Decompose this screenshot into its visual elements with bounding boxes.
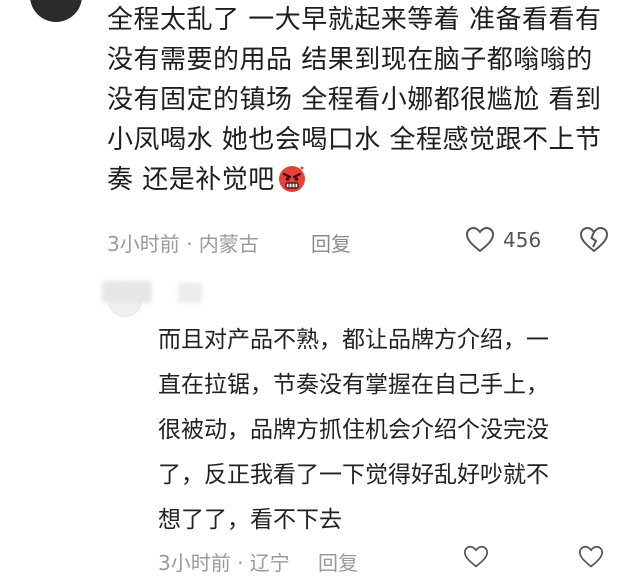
angry-face-emoji bbox=[278, 166, 305, 192]
comment-meta: 3小时前 · 内蒙古 回复 456 bbox=[107, 224, 617, 258]
heart-icon bbox=[463, 545, 489, 568]
comment-line: 小凤喝水 她也会喝口水 全程感觉跟不上节 bbox=[107, 125, 602, 155]
reply-reply-button[interactable]: 回复 bbox=[318, 547, 358, 576]
comment-line: 没有固定的镇场 全程看小娜都很尴尬 看到 bbox=[107, 85, 602, 115]
commenter-avatar[interactable] bbox=[30, 0, 82, 22]
reply-line: 很被动，品牌方抓住机会介绍个没完没 bbox=[158, 417, 549, 443]
comment-line: 奏 还是补觉吧 bbox=[107, 160, 627, 200]
reply-line: 而且对产品不熟，都让品牌方介绍，一 bbox=[158, 327, 549, 353]
heart-icon bbox=[465, 226, 495, 253]
comment-line-text: 奏 还是补觉吧 bbox=[107, 165, 275, 195]
reply-time-location: 3小时前 · 辽宁 bbox=[158, 551, 290, 575]
comment-time-location: 3小时前 · 内蒙古 bbox=[107, 232, 259, 256]
reply-line: 直在拉锯，节奏没有掌握在自己手上， bbox=[158, 372, 549, 398]
reply-meta: 3小时前 · 辽宁 回复 bbox=[158, 545, 618, 575]
like-count: 456 bbox=[503, 228, 542, 252]
broken-heart-icon bbox=[579, 226, 609, 253]
reply-line: 了，反正我看了一下觉得好乱好吵就不 bbox=[158, 462, 549, 488]
comment-line: 全程太乱了 一大早就起来等着 准备看看有 bbox=[107, 5, 602, 35]
reply-like-button[interactable] bbox=[463, 545, 489, 574]
reply-button[interactable]: 回复 bbox=[311, 228, 351, 257]
comment-text: 全程太乱了 一大早就起来等着 准备看看有 没有需要的用品 结果到现在脑子都嗡嗡的… bbox=[107, 0, 627, 200]
reply-line: 想了了，看不下去 bbox=[158, 507, 342, 533]
reply-dislike-button[interactable] bbox=[578, 545, 604, 574]
like-button[interactable]: 456 bbox=[465, 226, 541, 254]
dislike-button[interactable] bbox=[579, 226, 609, 259]
reply-comment-text: 而且对产品不熟，都让品牌方介绍，一 直在拉锯，节奏没有掌握在自己手上， 很被动，… bbox=[158, 318, 628, 543]
broken-heart-icon bbox=[578, 545, 604, 568]
blurred-username bbox=[102, 281, 152, 303]
comment-line: 没有需要的用品 结果到现在脑子都嗡嗡的 bbox=[107, 45, 593, 75]
blurred-username-part bbox=[178, 283, 202, 303]
